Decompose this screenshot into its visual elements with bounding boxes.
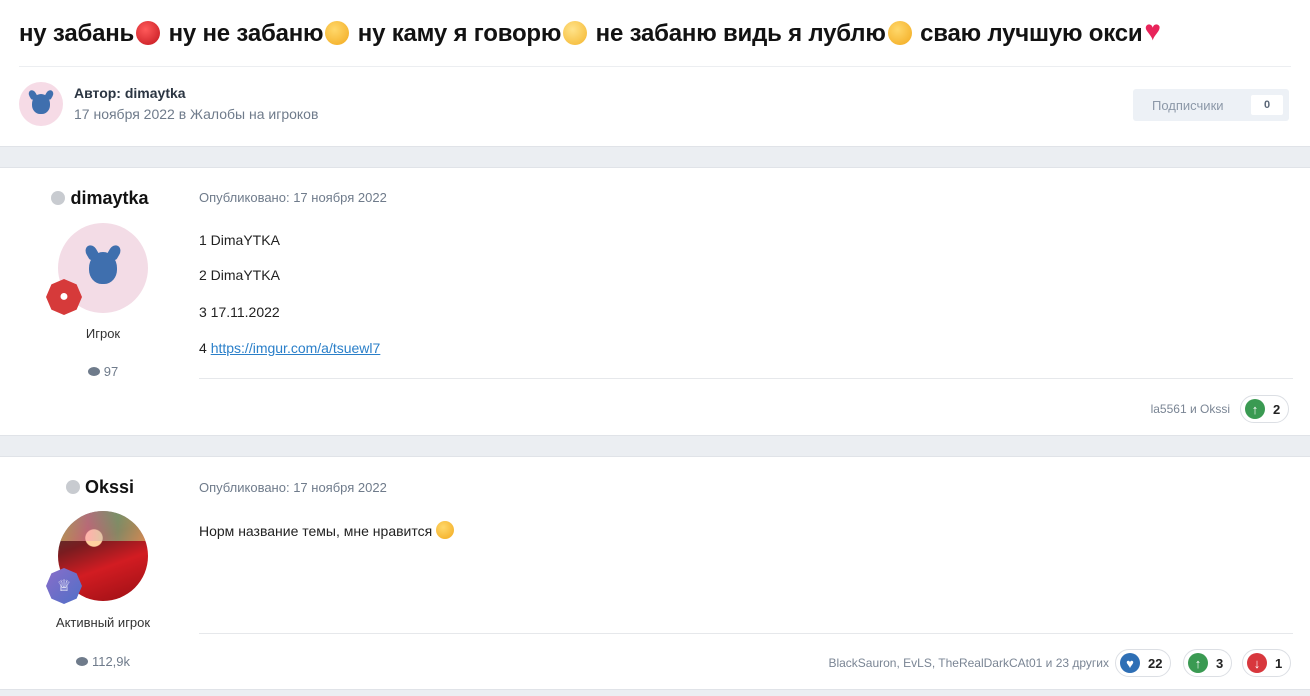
stitch-avatar-icon xyxy=(89,252,117,284)
username-text: dimaytka xyxy=(70,188,149,208)
upvote-icon: ↑ xyxy=(1188,653,1208,673)
reaction-count: 2 xyxy=(1273,401,1281,417)
followers-label: Подписчики xyxy=(1152,97,1224,113)
published-date: Опубликовано: 17 ноября 2022 xyxy=(199,480,387,495)
stitch-avatar-icon xyxy=(32,94,50,114)
topic-header: ну забань ну не забаню ну каму я говорю … xyxy=(0,0,1310,147)
followers-count: 0 xyxy=(1251,95,1283,115)
title-part: ну не забаню xyxy=(168,20,324,47)
line-prefix: 4 xyxy=(199,340,211,356)
topic-title: ну забань ну не забаню ну каму я говорю … xyxy=(19,15,1174,48)
post-count-value: 112,9k xyxy=(91,654,131,669)
sparkling-heart-icon xyxy=(1144,15,1172,47)
post-line: 3 17.11.2022 xyxy=(199,304,280,320)
heart-icon: ♥ xyxy=(1120,653,1140,673)
downvote-reaction[interactable]: ↓ 1 xyxy=(1242,649,1292,677)
reaction-count: 3 xyxy=(1216,655,1224,671)
published-date: Опубликовано: 17 ноября 2022 xyxy=(199,190,387,205)
username-text: Okssi xyxy=(84,477,135,497)
reaction-users[interactable]: la5561 и Okssi xyxy=(1151,402,1230,416)
comment-bubble-icon xyxy=(87,367,100,376)
post-count[interactable]: 112,9k xyxy=(0,654,206,669)
upvote-reaction[interactable]: ↑ 2 xyxy=(1240,395,1290,423)
smiling-hearts-face-icon xyxy=(325,21,350,45)
offline-status-icon xyxy=(65,480,80,494)
member-rank: Игрок xyxy=(85,326,121,341)
author-avatar[interactable] xyxy=(19,82,63,126)
comment-bubble-icon xyxy=(75,657,88,666)
reaction-count: 1 xyxy=(1275,655,1283,671)
upvote-icon: ↑ xyxy=(1245,399,1265,419)
offline-status-icon xyxy=(51,191,66,205)
smiling-hearts-face-icon xyxy=(436,521,455,539)
post-text: Норм название темы, мне нравится xyxy=(199,521,455,539)
title-part: ну забань xyxy=(19,20,135,47)
followers-button[interactable]: Подписчики 0 xyxy=(1133,89,1289,121)
eye-roll-face-icon xyxy=(563,21,588,45)
downvote-icon: ↓ xyxy=(1247,653,1267,673)
kiss-face-icon xyxy=(887,21,912,45)
post: dimaytka ● Игрок 97 Опубликовано: 17 ноя… xyxy=(0,167,1310,436)
reaction-users[interactable]: BlackSauron, EvLS, TheRealDarkCAt01 и 23… xyxy=(828,656,1109,670)
post-count-value: 97 xyxy=(103,364,119,379)
imgur-link[interactable]: https://imgur.com/a/tsuewl7 xyxy=(211,340,381,356)
post-author[interactable]: Okssi xyxy=(0,477,200,498)
author-name[interactable]: Автор: dimaytka xyxy=(74,85,186,101)
angry-face-icon xyxy=(136,21,161,45)
post-line: 1 DimaYTKA xyxy=(199,232,280,248)
post-text-content: Норм название темы, мне нравится xyxy=(199,523,433,539)
heart-reaction[interactable]: ♥ 22 xyxy=(1115,649,1172,677)
post-line: 4 https://imgur.com/a/tsuewl7 xyxy=(199,340,380,356)
divider xyxy=(199,633,1293,634)
post-line: 2 DimaYTKA xyxy=(199,267,280,283)
title-part: ну каму я говорю xyxy=(357,20,562,47)
post: Okssi ♕ Активный игрок 112,9k Опубликова… xyxy=(0,456,1310,690)
member-rank: Активный игрок xyxy=(55,615,151,630)
reaction-count: 22 xyxy=(1148,655,1163,671)
author-meta: 17 ноября 2022 в Жалобы на игроков xyxy=(74,106,319,122)
divider xyxy=(199,378,1293,379)
post-count[interactable]: 97 xyxy=(0,364,206,379)
title-part: сваю лучшую окси xyxy=(920,20,1143,47)
title-part: не забаню видь я лублю xyxy=(595,20,886,47)
crown-rank-badge-icon: ♕ xyxy=(46,568,82,604)
post-author[interactable]: dimaytka xyxy=(0,188,200,209)
divider xyxy=(19,66,1291,67)
upvote-reaction[interactable]: ↑ 3 xyxy=(1183,649,1233,677)
